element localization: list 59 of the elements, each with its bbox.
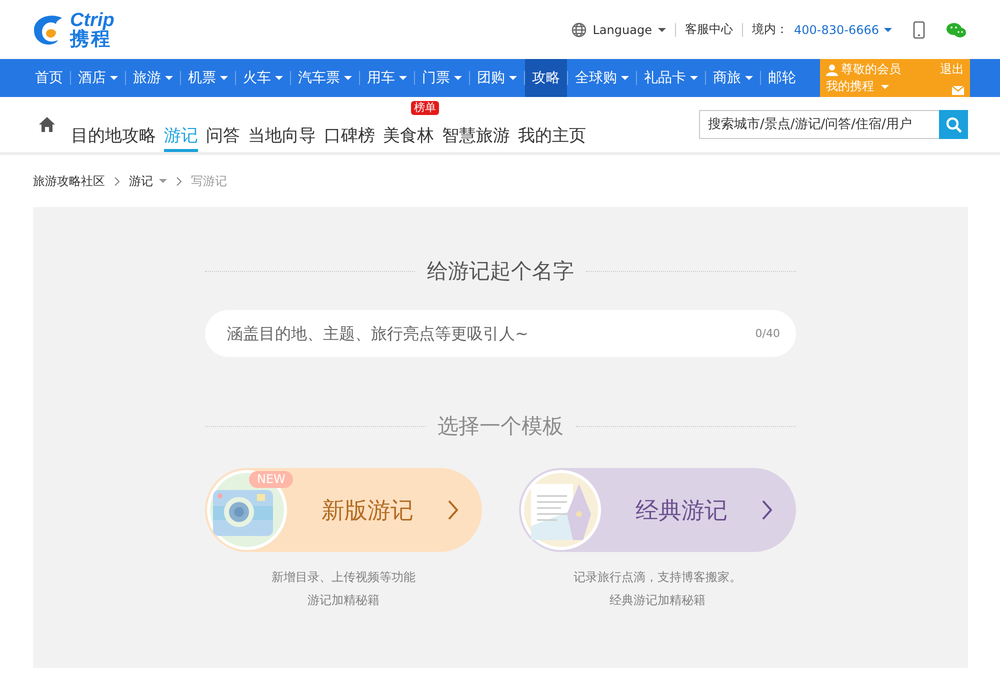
hot-badge: 榜单 [411, 101, 439, 115]
template-description: 新增目录、上传视频等功能 [272, 569, 416, 586]
chevron-icon [448, 500, 458, 520]
breadcrumb-current: 写游记 [191, 172, 227, 190]
search-field[interactable]: 搜索城市/景点/游记/问答/住宿/用户 [699, 110, 939, 139]
nav-item[interactable]: 汽车票 [291, 59, 359, 97]
title-input[interactable]: 涵盖目的地、主题、旅行亮点等更吸引人~ [225, 323, 756, 344]
subnav-tab[interactable]: 问答 [206, 115, 240, 152]
search-button[interactable] [939, 110, 968, 139]
template-description: 记录旅行点滴，支持博客搬家。 [574, 569, 742, 586]
language-link[interactable]: Language [570, 22, 666, 38]
nav-item[interactable]: 门票 [415, 59, 469, 97]
subnav-tab[interactable]: 游记 [164, 115, 198, 152]
subnav-tab[interactable]: 美食林 [383, 115, 434, 152]
nav-item[interactable]: 首页 [28, 59, 70, 97]
logo[interactable]: Ctrip 携程 [28, 10, 114, 50]
template-description: 游记加精秘籍 [308, 592, 380, 609]
chat-icon [946, 22, 966, 38]
template-description: 经典游记加精秘籍 [610, 592, 706, 609]
hotline-link[interactable]: 400-830-6666 [794, 22, 892, 36]
new-badge: NEW [249, 471, 294, 488]
character-counter: 0/40 [755, 327, 780, 340]
nav-item[interactable]: 酒店 [71, 59, 125, 97]
phone-icon [913, 20, 925, 38]
chevron-icon [114, 176, 120, 186]
service-link[interactable]: 客服中心 [684, 21, 733, 38]
hotline-label: 境内： [752, 21, 788, 38]
breadcrumb-link[interactable]: 游记 [129, 172, 167, 190]
chevron-icon [762, 500, 772, 520]
home-icon [39, 117, 55, 132]
title-field[interactable]: 涵盖目的地、主题、旅行亮点等更吸引人~ 0/40 [205, 310, 796, 357]
nav-item[interactable]: 火车 [236, 59, 290, 97]
search-icon [946, 116, 962, 132]
nav-item[interactable]: 商旅 [706, 59, 760, 97]
nav-item[interactable]: 旅游 [126, 59, 180, 97]
template-card[interactable]: NEW 新版游记 [205, 468, 482, 552]
breadcrumb-link[interactable]: 旅游攻略社区 [33, 172, 105, 190]
caret-icon [884, 28, 892, 32]
nav-item[interactable]: 攻略 [525, 59, 567, 97]
nav-item[interactable]: 礼品卡 [637, 59, 705, 97]
user-icon [826, 64, 838, 76]
nav-item[interactable]: 用车 [360, 59, 414, 97]
caret-icon [658, 28, 666, 32]
template-card[interactable]: 经典游记 [519, 468, 796, 552]
subnav-tab[interactable]: 目的地攻略 [71, 115, 156, 152]
member-greeting: 尊敬的会员 [841, 61, 901, 78]
section-heading: 给游记起个名字 [427, 258, 574, 285]
subnav-tab[interactable]: 口碑榜 [324, 115, 375, 152]
section-heading: 选择一个模板 [438, 413, 564, 440]
caret-icon [881, 84, 889, 88]
subnav-tab[interactable]: 当地向导 [248, 115, 316, 152]
nav-item[interactable]: 机票 [181, 59, 235, 97]
globe-icon [570, 22, 587, 38]
nav-item[interactable]: 邮轮 [761, 59, 803, 97]
nav-item[interactable]: 团购 [470, 59, 524, 97]
chevron-icon [176, 176, 182, 186]
nav-item[interactable]: 全球购 [568, 59, 636, 97]
subnav-tab[interactable]: 智慧旅游 [442, 115, 510, 152]
subnav-tab[interactable]: 我的主页 [518, 115, 586, 152]
